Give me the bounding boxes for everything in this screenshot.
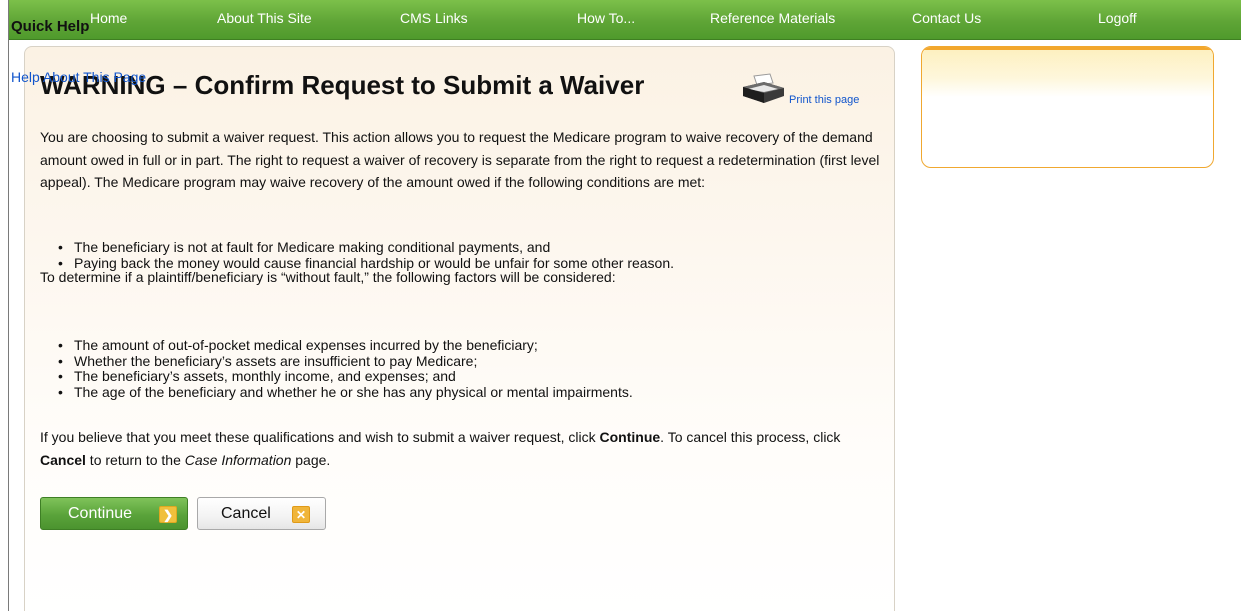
list-item: Whether the beneficiary’s assets are ins…: [58, 353, 878, 370]
nav-how-to[interactable]: How To...: [577, 0, 635, 40]
nav-about-this-site[interactable]: About This Site: [217, 0, 312, 40]
factors-list: The amount of out-of-pocket medical expe…: [58, 337, 878, 401]
quick-help-header: [922, 47, 1213, 97]
nav-reference-materials[interactable]: Reference Materials: [710, 0, 835, 40]
window-left-border: [8, 0, 9, 611]
help-about-this-page-link[interactable]: Help About This Page: [11, 69, 146, 85]
intro-paragraph: You are choosing to submit a waiver requ…: [40, 129, 880, 190]
instructions-text: to return to the: [85, 451, 185, 468]
print-page-control[interactable]: Print this page: [740, 73, 872, 109]
continue-emphasis: Continue: [599, 429, 661, 445]
instructions-text: If you believe that you meet these quali…: [40, 429, 600, 445]
continue-button-label: Continue: [68, 505, 133, 522]
cancel-emphasis: Cancel: [40, 451, 86, 468]
print-this-page-link[interactable]: Print this page: [789, 94, 859, 106]
case-information-emphasis: Case Information: [184, 451, 292, 468]
printer-icon[interactable]: [740, 73, 788, 105]
cancel-button[interactable]: Cancel ✕: [197, 497, 326, 530]
continue-button[interactable]: Continue ❯: [40, 497, 188, 530]
without-fault-paragraph: To determine if a plaintiff/beneficiary …: [40, 269, 616, 285]
nav-contact-us[interactable]: Contact Us: [912, 0, 981, 40]
quick-help-title: Quick Help: [11, 18, 90, 35]
nav-cms-links[interactable]: CMS Links: [400, 0, 468, 40]
top-navigation-bar: Home About This Site CMS Links How To...…: [9, 0, 1241, 40]
arrow-right-icon: ❯: [159, 506, 177, 523]
instructions-text: page.: [291, 451, 331, 468]
nav-home[interactable]: Home: [90, 0, 127, 40]
nav-logoff[interactable]: Logoff: [1098, 0, 1137, 40]
instructions-text: . To cancel this process, click: [660, 429, 841, 445]
list-item: The amount of out-of-pocket medical expe…: [58, 337, 878, 354]
instructions-paragraph: If you believe that you meet these quali…: [40, 426, 880, 471]
list-item: The age of the beneficiary and whether h…: [58, 384, 878, 401]
list-item: The beneficiary is not at fault for Medi…: [58, 239, 878, 256]
close-x-icon: ✕: [292, 506, 310, 523]
quick-help-panel: [921, 46, 1214, 168]
cancel-button-label: Cancel: [221, 505, 271, 522]
list-item: The beneficiary’s assets, monthly income…: [58, 368, 878, 385]
